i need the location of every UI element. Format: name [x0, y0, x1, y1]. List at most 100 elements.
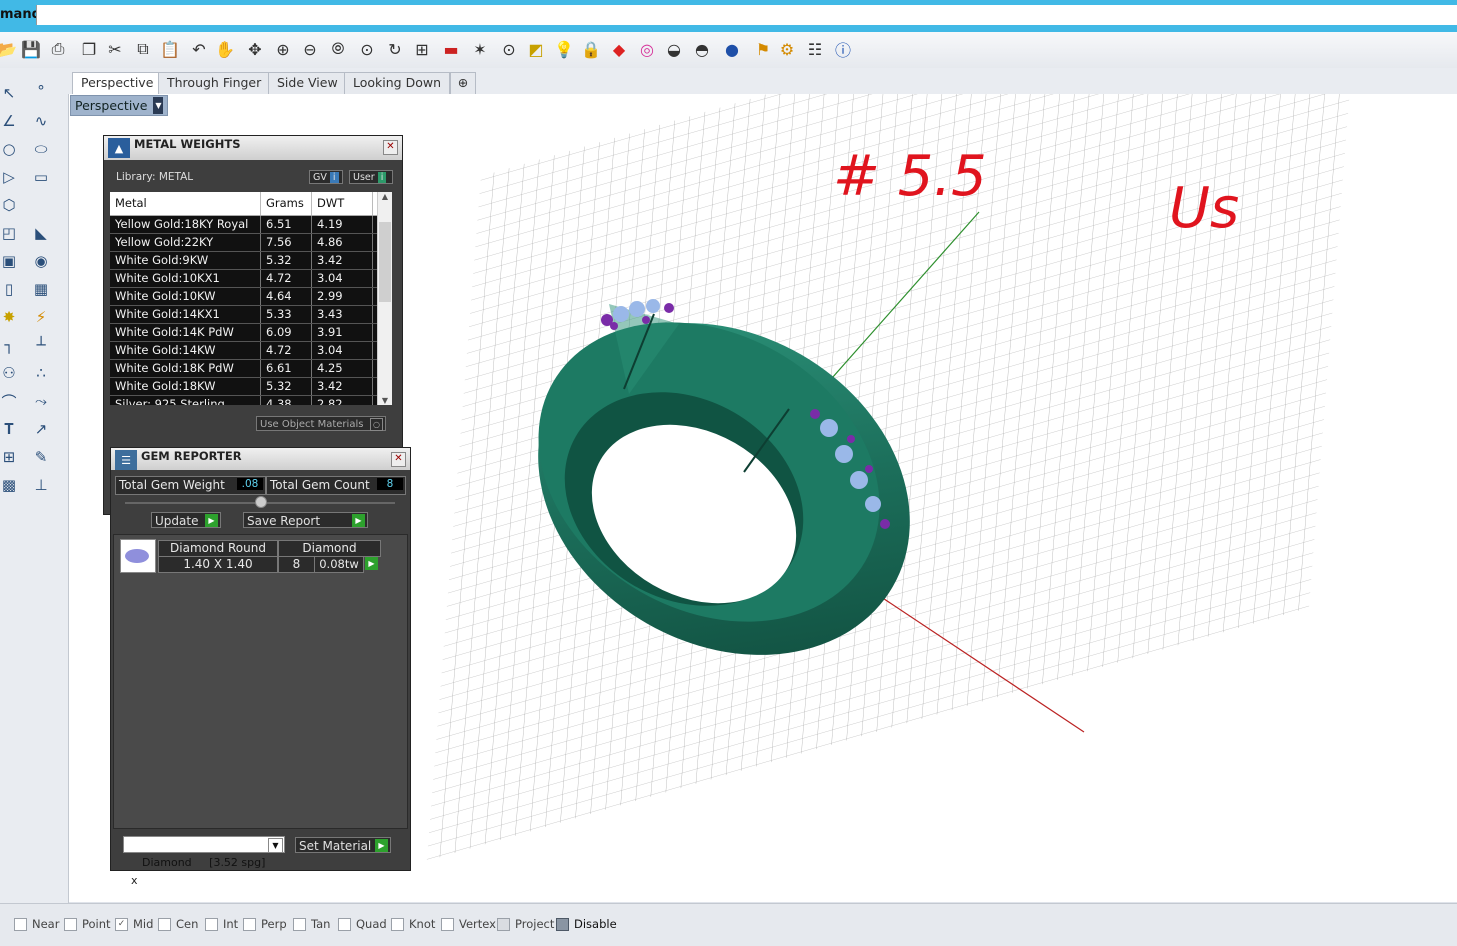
dimension-icon[interactable]: ⊥	[30, 474, 52, 496]
snap-checkbox[interactable]	[158, 917, 171, 931]
gear-icon[interactable]: ⚙	[776, 38, 798, 60]
explode-icon[interactable]: ⚡	[30, 306, 52, 328]
snap-project[interactable]: Project	[497, 917, 554, 931]
copy-icon[interactable]: ⧉	[132, 38, 154, 60]
snap-perp[interactable]: Perp	[243, 917, 287, 931]
table-row[interactable]: White Gold:10KW 4.64 2.99	[110, 288, 392, 306]
chevron-down-icon[interactable]: ▼	[153, 97, 164, 114]
fillet-icon[interactable]: ⌒	[0, 390, 20, 412]
table-row[interactable]: White Gold:18KW 5.32 3.42	[110, 378, 392, 396]
snap-checkbox[interactable]	[441, 917, 454, 931]
cplane-icon[interactable]: ◩	[525, 38, 547, 60]
help-icon[interactable]: ⓘ	[832, 38, 854, 60]
table-scrollbar[interactable]: ▲ ▼	[377, 192, 392, 405]
copy-page-icon[interactable]: ❐	[78, 38, 100, 60]
text-tool-icon[interactable]: 𝐓	[0, 418, 20, 440]
trim-icon[interactable]: ┐	[0, 334, 20, 356]
table-row[interactable]: White Gold:18K PdW 6.61 4.25	[110, 360, 392, 378]
snap-checkbox[interactable]	[391, 917, 404, 931]
viewport-layout-icon[interactable]: ⊞	[411, 38, 433, 60]
table-row[interactable]: White Gold:14KX1 5.33 3.43	[110, 306, 392, 324]
undo-icon[interactable]: ↶	[188, 38, 210, 60]
light-bulb-icon[interactable]: 💡	[553, 38, 575, 60]
tab-side-view[interactable]: Side View	[268, 72, 347, 94]
snap-int[interactable]: Int	[205, 917, 238, 931]
close-icon[interactable]: ✕	[383, 140, 398, 155]
array-icon[interactable]: ∴	[30, 362, 52, 384]
snap-checkbox[interactable]	[497, 917, 510, 931]
wireframe-sphere-icon[interactable]: ◒	[663, 38, 685, 60]
scroll-down-icon[interactable]: ▼	[378, 396, 392, 405]
ellipse-icon[interactable]: ⬭	[30, 138, 52, 160]
polyline-icon[interactable]: ∠	[0, 110, 20, 132]
paste-icon[interactable]: 📋	[159, 38, 181, 60]
add-tab-icon[interactable]: ⊕	[450, 72, 476, 94]
save-icon[interactable]: 💾	[20, 38, 42, 60]
scale-icon[interactable]: ↗	[30, 418, 52, 440]
divider-handle[interactable]	[255, 496, 267, 508]
offset-icon[interactable]: ⤳	[30, 390, 52, 412]
snap-near[interactable]: Near	[14, 917, 59, 931]
rotate-view-icon[interactable]: ↻	[384, 38, 406, 60]
transform-icon[interactable]: ✸	[0, 306, 20, 328]
snap-knot[interactable]: Knot	[391, 917, 435, 931]
point-tool-icon[interactable]: °	[30, 80, 52, 102]
update-button[interactable]: Update ▶	[151, 512, 221, 528]
rendered-sphere-icon[interactable]: ●	[721, 38, 743, 60]
curve-icon[interactable]: ∿	[30, 110, 52, 132]
command-input[interactable]	[36, 5, 1457, 25]
table-row[interactable]: Yellow Gold:22KY 7.56 4.86	[110, 234, 392, 252]
tab-looking-down[interactable]: Looking Down	[344, 72, 451, 94]
edit-points-icon[interactable]: ✎	[30, 446, 52, 468]
snap-quad[interactable]: Quad	[338, 917, 387, 931]
open-folder-icon[interactable]: 📂	[0, 38, 18, 60]
snap-mid[interactable]: ✓ Mid	[115, 917, 153, 931]
material-select[interactable]: Diamond [3.52 spg] ▼	[123, 836, 285, 869]
extrude-icon[interactable]: ◣	[30, 222, 52, 244]
viewport-title[interactable]: Perspective ▼	[70, 95, 169, 116]
tab-perspective[interactable]: Perspective	[72, 72, 163, 94]
color-wheel-icon[interactable]: ◎	[636, 38, 658, 60]
scroll-thumb[interactable]	[379, 222, 391, 302]
pan-hand-icon[interactable]: ✋	[214, 38, 236, 60]
tab-through-finger[interactable]: Through Finger	[158, 72, 271, 94]
metal-weights-titlebar[interactable]: ▲ METAL WEIGHTS ✕	[104, 136, 402, 160]
mesh-icon[interactable]: ▦	[30, 278, 52, 300]
column-grams[interactable]: Grams	[261, 192, 312, 215]
use-object-materials-toggle[interactable]: Use Object Materials ○	[256, 416, 386, 431]
lock-icon[interactable]: 🔒	[580, 38, 602, 60]
grid-options-icon[interactable]: ☷	[804, 38, 826, 60]
select-arrow-icon[interactable]: ↖	[0, 82, 20, 104]
snap-checkbox[interactable]	[293, 917, 306, 931]
scroll-up-icon[interactable]: ▲	[378, 192, 392, 201]
table-row[interactable]: White Gold:14K PdW 6.09 3.91	[110, 324, 392, 342]
snap-checkbox[interactable]	[14, 917, 27, 931]
snap-icon[interactable]: ✶	[469, 38, 491, 60]
column-dwt[interactable]: DWT	[312, 192, 373, 215]
gem-reporter-titlebar[interactable]: ☰ GEM REPORTER ✕	[111, 448, 410, 470]
group-icon[interactable]: ⚇	[0, 362, 20, 384]
boolean-icon[interactable]: ◉	[30, 250, 52, 272]
print-icon[interactable]: ⎙	[47, 38, 69, 60]
solid-box-icon[interactable]: ▩	[0, 474, 20, 496]
snap-vertex[interactable]: Vertex	[441, 917, 496, 931]
table-row[interactable]: Silver:.925 Sterling 4.38 2.82	[110, 396, 392, 405]
move-icon[interactable]: ✥	[244, 38, 266, 60]
gem-select-icon[interactable]: ▶	[365, 557, 378, 570]
zoom-icon[interactable]: ⊕	[272, 38, 294, 60]
flag-icon[interactable]: ⚑	[752, 38, 774, 60]
snap-checkbox[interactable]	[205, 917, 218, 931]
cylinder-icon[interactable]: ▯	[0, 278, 20, 300]
user-button[interactable]: User i	[349, 170, 393, 184]
split-icon[interactable]: ┴	[30, 334, 52, 356]
arc-icon[interactable]: ▷	[0, 166, 20, 188]
snap-checkbox[interactable]	[556, 917, 569, 931]
snap-checkbox[interactable]	[64, 917, 77, 931]
snap-tan[interactable]: Tan	[293, 917, 330, 931]
car-icon[interactable]: ▬	[440, 38, 462, 60]
cut-icon[interactable]: ✂	[104, 38, 126, 60]
circle-icon[interactable]: ○	[0, 138, 20, 160]
set-material-button[interactable]: Set Material ▶	[295, 837, 391, 853]
material-icon[interactable]: ◆	[608, 38, 630, 60]
table-row[interactable]: White Gold:10KX1 4.72 3.04	[110, 270, 392, 288]
